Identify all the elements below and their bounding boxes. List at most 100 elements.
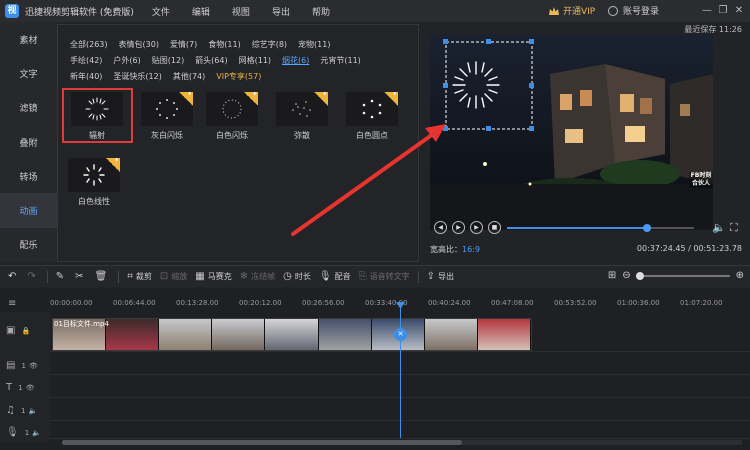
undo-button[interactable]: ↶ bbox=[8, 271, 19, 282]
track-settings-icon[interactable]: ≡ bbox=[8, 298, 16, 309]
export-button[interactable]: ⇪ 导出 bbox=[427, 271, 454, 282]
music-note-icon: ♫ bbox=[6, 405, 15, 416]
category-vip[interactable]: VIP专享(57) bbox=[216, 69, 261, 85]
next-frame-icon[interactable]: ▶ bbox=[470, 221, 483, 234]
effect-thumb-diffuse[interactable]: 弥散 bbox=[276, 92, 328, 141]
effect-thumb-white-dots[interactable]: 白色圆点 bbox=[346, 92, 398, 141]
category-outdoor[interactable]: 户外(6) bbox=[113, 53, 140, 69]
volume-icon[interactable]: 🔈 bbox=[32, 429, 41, 437]
duration-button[interactable]: ◷ 时长 bbox=[283, 271, 311, 282]
minimize-icon[interactable]: — bbox=[700, 4, 714, 18]
track-headers: ▣ 🔒 ▤ 1 👁 T 1 👁 ♫ 1 🔈 🎙 1 🔈 bbox=[0, 312, 50, 442]
category-variety-text[interactable]: 综艺字(8) bbox=[252, 37, 287, 53]
visibility-icon[interactable]: 👁 bbox=[26, 384, 35, 392]
volume-icon[interactable]: 🔈 bbox=[712, 221, 726, 234]
video-preview[interactable]: FB时刻 合伙人 bbox=[430, 34, 713, 230]
edit-button[interactable]: ✎ bbox=[56, 271, 67, 282]
login-button[interactable]: 账号登录 bbox=[608, 4, 659, 17]
category-arrows[interactable]: 箭头(64) bbox=[195, 53, 227, 69]
scrollbar-thumb[interactable] bbox=[62, 440, 462, 445]
stop-icon[interactable]: ■ bbox=[488, 221, 501, 234]
category-all[interactable]: 全部(263) bbox=[70, 37, 108, 53]
effect-preview bbox=[71, 92, 123, 126]
zoom-button[interactable]: ⊡ 缩放 bbox=[160, 271, 187, 282]
category-stickers[interactable]: 贴图(12) bbox=[152, 53, 184, 69]
category-grid[interactable]: 网格(11) bbox=[239, 53, 271, 69]
category-food[interactable]: 食物(11) bbox=[208, 37, 240, 53]
category-lantern-festival[interactable]: 元宵节(11) bbox=[320, 53, 360, 69]
category-new-year[interactable]: 新年(40) bbox=[70, 69, 102, 85]
effect-thumb-label: 白色线性 bbox=[78, 197, 110, 206]
fit-icon[interactable]: ⊞ bbox=[608, 270, 616, 281]
effect-thumb-white-linear[interactable]: 白色线性 bbox=[68, 158, 120, 207]
fullscreen-icon[interactable]: ⛶ bbox=[730, 221, 738, 235]
voiceover-button[interactable]: 🎙 配音 bbox=[319, 271, 351, 282]
sidebar-item-overlay[interactable]: 叠附 bbox=[0, 125, 57, 159]
prev-frame-icon[interactable]: ◀ bbox=[434, 221, 447, 234]
sidebar-item-text[interactable]: 文字 bbox=[0, 56, 57, 90]
category-list: 全部(263) 表情包(30) 爱情(7) 食物(11) 综艺字(8) 宠物(1… bbox=[70, 37, 415, 85]
sidebar-item-transitions[interactable]: 转场 bbox=[0, 159, 57, 193]
effect-thumb-radiate[interactable]: 辐射 bbox=[71, 92, 123, 141]
sidebar-item-animation[interactable]: 动画 bbox=[0, 193, 57, 228]
clip-frame bbox=[106, 319, 160, 350]
music-track-header: ♫ 1 🔈 bbox=[0, 405, 50, 416]
voiceover-label: 配音 bbox=[334, 272, 351, 281]
aspect-ratio-value[interactable]: 16:9 bbox=[462, 245, 480, 254]
freeze-frame-button[interactable]: ❄ 冻结帧 bbox=[240, 271, 275, 282]
category-christmas[interactable]: 圣诞快乐(12) bbox=[113, 69, 161, 85]
category-other[interactable]: 其他(74) bbox=[173, 69, 205, 85]
split-button[interactable]: ✂ bbox=[75, 271, 86, 282]
visibility-icon[interactable]: 👁 bbox=[29, 362, 38, 370]
category-fireworks[interactable]: 烟花(6) bbox=[282, 53, 309, 69]
menu-help[interactable]: 帮助 bbox=[312, 5, 330, 18]
zoom-out-icon[interactable]: ⊖ bbox=[622, 270, 630, 281]
playhead[interactable] bbox=[400, 306, 401, 438]
play-icon[interactable]: ▶ bbox=[452, 221, 465, 234]
lock-icon[interactable]: 🔒 bbox=[21, 327, 30, 335]
duration-label: 时长 bbox=[294, 272, 311, 281]
clip-frame bbox=[477, 319, 531, 350]
effect-thumb-gray-flash[interactable]: 灰白闪烁 bbox=[141, 92, 193, 141]
zoom-in-icon[interactable]: ⊕ bbox=[736, 270, 744, 281]
effect-preview bbox=[206, 92, 258, 126]
menu-view[interactable]: 视图 bbox=[232, 5, 250, 18]
timeline-scrollbar[interactable] bbox=[62, 440, 742, 445]
overlay-track-header: ▤ 1 👁 bbox=[0, 360, 50, 371]
playback-controls: ◀ ▶ ▶ ■ 🔈 ⛶ bbox=[428, 221, 750, 237]
speech-to-text-button[interactable]: ⎘ 语音转文字 bbox=[359, 271, 410, 282]
crop-button[interactable]: ⌗ 裁剪 bbox=[127, 271, 152, 282]
effect-preview bbox=[346, 92, 398, 126]
sidebar-item-music[interactable]: 配乐 bbox=[0, 228, 57, 262]
ruler-tick: 00:53:52.00 bbox=[554, 299, 597, 307]
menu-file[interactable]: 文件 bbox=[152, 5, 170, 18]
video-frame bbox=[430, 34, 713, 230]
close-icon[interactable]: ✕ bbox=[732, 4, 746, 18]
category-pets[interactable]: 宠物(11) bbox=[298, 37, 330, 53]
vip-button[interactable]: 开通VIP bbox=[549, 4, 595, 17]
microphone-icon: 🎙 bbox=[318, 271, 332, 282]
category-emoji[interactable]: 表情包(30) bbox=[119, 37, 159, 53]
track-count: 1 bbox=[21, 361, 26, 370]
sidebar-item-media[interactable]: 素材 bbox=[0, 22, 57, 56]
effect-thumb-white-flash[interactable]: 白色闪烁 bbox=[206, 92, 258, 141]
category-hand-drawn[interactable]: 手绘(42) bbox=[70, 53, 102, 69]
freeze-icon: ❄ bbox=[239, 271, 249, 282]
sidebar-item-filters[interactable]: 滤镜 bbox=[0, 91, 57, 125]
effects-panel: 全部(263) 表情包(30) 爱情(7) 食物(11) 综艺字(8) 宠物(1… bbox=[57, 24, 419, 262]
menu-export[interactable]: 导出 bbox=[272, 5, 290, 18]
menu-edit[interactable]: 编辑 bbox=[192, 5, 210, 18]
category-love[interactable]: 爱情(7) bbox=[170, 37, 197, 53]
playback-progress[interactable] bbox=[507, 224, 694, 232]
app-logo: 视 bbox=[5, 4, 19, 18]
delete-button[interactable]: 🗑 bbox=[95, 271, 111, 282]
redo-button[interactable]: ↷ bbox=[27, 271, 38, 282]
volume-icon[interactable]: 🔈 bbox=[28, 407, 37, 415]
maximize-icon[interactable]: ❐ bbox=[716, 4, 730, 18]
video-clip[interactable] bbox=[52, 318, 532, 351]
ruler-tick: 00:26:56.00 bbox=[302, 299, 345, 307]
zoom-slider[interactable] bbox=[635, 271, 730, 280]
mosaic-button[interactable]: ▦ 马赛克 bbox=[195, 271, 231, 282]
progress-handle[interactable] bbox=[643, 224, 652, 232]
zoom-slider-handle[interactable] bbox=[635, 271, 644, 280]
